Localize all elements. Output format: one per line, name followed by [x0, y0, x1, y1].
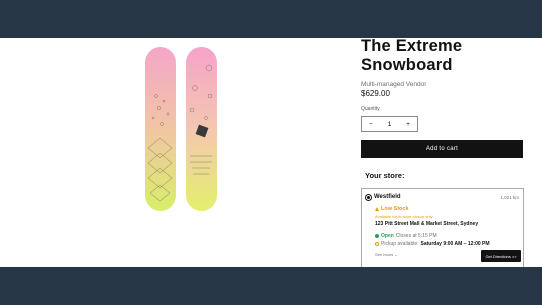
product-image[interactable]: [88, 38, 276, 221]
quantity-stepper: − 1 +: [361, 116, 418, 132]
quantity-label: Quantity: [361, 106, 380, 112]
store-name: Westfield: [374, 194, 401, 200]
product-title: The Extreme Snowboard: [361, 37, 463, 74]
product-vendor: Multi-managed Vendor: [361, 81, 427, 88]
store-radio-button[interactable]: [365, 194, 372, 201]
stock-status: Low Stock: [375, 206, 409, 212]
quantity-minus-button[interactable]: −: [362, 121, 380, 128]
store-heading: Your store:: [365, 171, 405, 180]
snowboard-left: [145, 47, 176, 211]
pickup-time: Saturday 9:00 AM – 12:00 PM: [420, 241, 490, 247]
see-hours-link[interactable]: See hours ⌄: [375, 252, 398, 257]
see-hours-label: See hours: [375, 252, 394, 257]
store-distance: 1,021 km: [500, 195, 519, 200]
store-hours: Open Closes at 5:15 PM: [375, 233, 437, 239]
footer-band: [0, 267, 542, 305]
open-status-icon: [375, 234, 379, 238]
snowboard-image: [145, 47, 217, 211]
quantity-input[interactable]: 1: [381, 121, 399, 128]
pickup-prefix: Pickup available:: [381, 241, 419, 247]
header-band: [0, 0, 542, 38]
stock-note: Available for in-store pickup only: [375, 214, 433, 219]
pickup-info: Pickup available: Saturday 9:00 AM – 12:…: [375, 241, 490, 247]
warning-icon: [375, 207, 379, 211]
open-label: Open: [381, 233, 394, 239]
chevron-down-icon: ⌄: [394, 252, 398, 257]
add-to-cart-button[interactable]: Add to cart: [361, 140, 523, 158]
product-price: $629.00: [361, 89, 390, 98]
clock-icon: [375, 242, 379, 246]
stock-status-label: Low Stock: [381, 206, 409, 212]
quantity-plus-button[interactable]: +: [399, 121, 417, 128]
store-address: 123 Pitt Street Mall & Market Street, Sy…: [375, 221, 479, 227]
store-card[interactable]: Westfield 1,021 km Low Stock Available f…: [361, 188, 524, 267]
get-directions-button[interactable]: Get Directions >>: [481, 250, 521, 262]
closing-time: Closes at 5:15 PM: [395, 233, 437, 239]
